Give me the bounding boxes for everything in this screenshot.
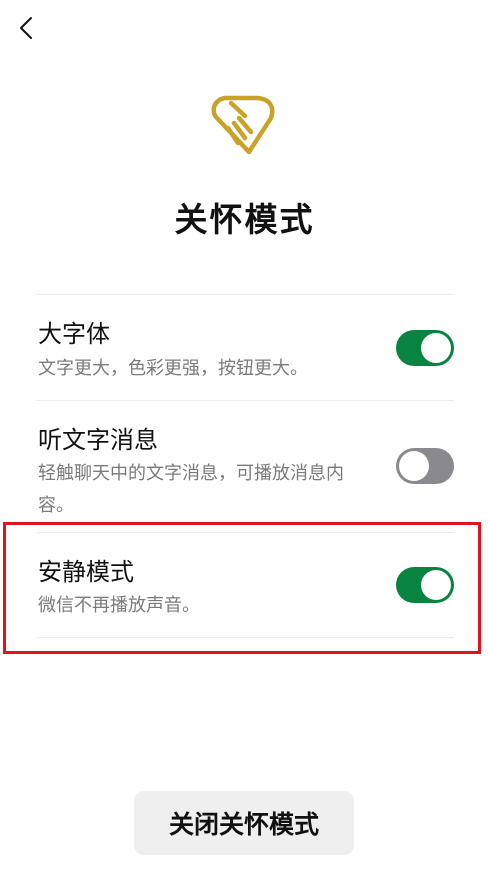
chevron-left-icon — [20, 17, 32, 39]
divider — [36, 294, 454, 295]
listen-text-toggle[interactable] — [396, 448, 454, 484]
close-care-mode-button[interactable]: 关闭关怀模式 — [134, 791, 354, 855]
page-title: 关怀模式 — [174, 200, 315, 239]
highlight-box — [3, 522, 481, 654]
back-button[interactable] — [10, 12, 42, 44]
toggle-knob — [421, 333, 451, 363]
divider — [36, 400, 454, 401]
large-font-toggle[interactable] — [396, 330, 454, 366]
setting-title-listen-text: 听文字消息 — [38, 426, 158, 454]
toggle-knob — [399, 451, 429, 481]
setting-desc-large-font: 文字更大，色彩更强，按钮更大。 — [38, 358, 308, 379]
care-hand-heart-icon — [211, 95, 275, 155]
setting-desc-listen-text: 轻触聊天中的文字消息，可播放消息内容。 — [38, 463, 344, 516]
setting-title-large-font: 大字体 — [38, 320, 110, 348]
